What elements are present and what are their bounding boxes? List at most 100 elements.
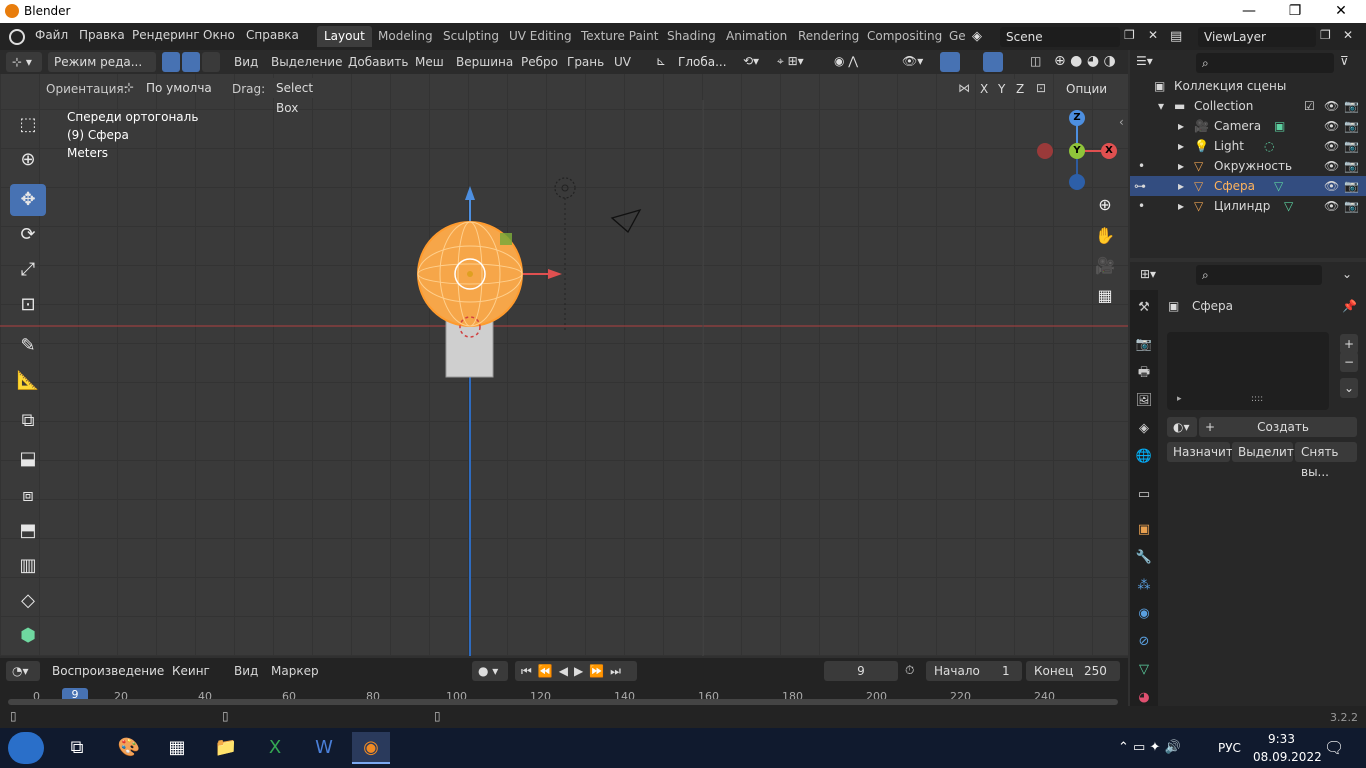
eye-icon[interactable]: 👁 (1324, 176, 1339, 196)
pan-hand-icon[interactable]: ✋ (1093, 224, 1117, 248)
menu-file[interactable]: Файл (35, 28, 68, 42)
paint-app-icon[interactable]: 🎨 (110, 732, 148, 764)
task-view-icon[interactable]: ⧉ (58, 732, 96, 764)
tab-layout[interactable]: Layout (317, 26, 372, 47)
mesh-data-icon[interactable]: ▽ (1274, 176, 1283, 196)
eye-icon[interactable]: 👁 (1324, 136, 1339, 156)
expand-icon[interactable]: ▸ (1178, 156, 1184, 176)
extrude-tool[interactable]: ⬓ (10, 443, 46, 475)
checkbox-icon[interactable]: ☑ (1304, 96, 1315, 116)
clock-date[interactable]: 08.09.2022 (1253, 750, 1322, 764)
inset-tool[interactable]: ⧈ (10, 480, 46, 512)
data-tab-icon[interactable]: ▽ (1133, 659, 1155, 681)
annotate-tool[interactable]: ✎ (10, 330, 46, 362)
eye-icon[interactable]: 👁 (1324, 116, 1339, 136)
transform-orientation-dropdown[interactable]: Глоба... (672, 52, 734, 72)
edge-select-icon[interactable] (182, 52, 200, 72)
edit-mode-icon[interactable]: ⊶ (1134, 176, 1146, 196)
blender-menu-icon[interactable] (9, 29, 25, 45)
menu-select[interactable]: Выделение (271, 55, 342, 69)
create-material-button[interactable]: + Создать (1199, 417, 1357, 437)
physics-tab-icon[interactable]: ◉ (1133, 603, 1155, 625)
copy-scene-icon[interactable]: ❐ (1124, 28, 1135, 42)
tab-rendering[interactable]: Rendering (791, 26, 866, 47)
tray-icons[interactable]: ⌃ ▭ ✦ 🔊 (1118, 740, 1181, 755)
playback-dropdown[interactable]: Воспроизведение (46, 661, 166, 681)
view-layer-icon[interactable]: ▤ (1170, 27, 1196, 47)
tab-geometry[interactable]: Ge (942, 26, 973, 47)
vertex-select-icon[interactable] (162, 52, 180, 72)
expand-icon[interactable]: ▸ (1177, 394, 1182, 404)
timeline-marker-menu[interactable]: Маркер (271, 664, 319, 678)
expand-icon[interactable]: ▸ (1178, 116, 1184, 136)
add-cube-tool[interactable]: ⧉ (10, 405, 46, 437)
menu-uv[interactable]: UV (614, 55, 631, 69)
menu-face[interactable]: Грань (567, 55, 604, 69)
transform-tool[interactable]: ⊡ (10, 289, 46, 321)
zoom-icon[interactable]: ⊕ (1093, 193, 1117, 217)
menu-view[interactable]: Вид (234, 55, 258, 69)
knife-tool[interactable]: ◇ (10, 585, 46, 617)
select-box-tool[interactable]: ⬚ (10, 109, 46, 141)
menu-help[interactable]: Справка (246, 28, 299, 42)
tab-animation[interactable]: Animation (719, 26, 794, 47)
snap-icon[interactable]: ⌖ ⊞▾ (777, 54, 804, 69)
overlay-toggle-icon[interactable] (983, 52, 1003, 72)
ortho-grid-icon[interactable]: ▦ (1093, 284, 1117, 308)
current-frame-field[interactable]: 9 (824, 661, 898, 681)
3d-viewport[interactable] (0, 50, 1128, 656)
rotate-tool[interactable]: ⟳ (10, 219, 46, 251)
sidebar-toggle-icon[interactable]: ‹ (1119, 115, 1124, 129)
expand-icon[interactable]: ▾ (1158, 96, 1164, 116)
resize-grip-icon[interactable]: :::: (1251, 394, 1263, 404)
word-icon[interactable]: W (305, 732, 343, 764)
keying-dropdown[interactable]: Кеинг (166, 661, 224, 681)
modifier-tab-icon[interactable]: 🔧 (1133, 547, 1155, 569)
constraints-tab-icon[interactable]: ⊘ (1133, 631, 1155, 653)
outliner-item-cylinder[interactable]: • ▸ ▽ Цилиндр ▽ 👁 📷 (1130, 196, 1366, 216)
excel-icon[interactable]: X (256, 732, 294, 764)
menu-vertex[interactable]: Вершина (456, 55, 513, 69)
stopwatch-icon[interactable]: ⏱ (905, 663, 914, 678)
start-button[interactable] (8, 732, 44, 764)
playback-controls[interactable]: ⏮⏪◀▶⏩⏭ (515, 661, 637, 681)
outliner-collection[interactable]: ▾ ▬ Collection ☑ 👁 📷 (1130, 96, 1366, 116)
eye-icon[interactable]: 👁 (1324, 96, 1339, 116)
outliner-item-light[interactable]: ▸ 💡 Light ◌ 👁 📷 (1130, 136, 1366, 156)
loop-cut-tool[interactable]: ▥ (10, 550, 46, 582)
material-browse-button[interactable]: ◐▾ (1167, 417, 1197, 437)
timeline-editor-icon[interactable]: ◔▾ (6, 661, 40, 681)
select-button[interactable]: Выделить (1232, 442, 1301, 462)
poly-build-tool[interactable]: ⬢ (10, 620, 46, 652)
bevel-tool[interactable]: ⬒ (10, 515, 46, 547)
options-dropdown[interactable]: Опции (1060, 79, 1122, 99)
remove-scene-icon[interactable]: ✕ (1148, 28, 1158, 42)
expand-icon[interactable]: ▸ (1178, 136, 1184, 156)
menu-mesh[interactable]: Меш (415, 55, 444, 69)
auto-merge-icon[interactable]: ⊡ (1036, 81, 1046, 95)
cursor-tool[interactable]: ⊕ (10, 144, 46, 176)
timeline-scrollbar[interactable] (8, 699, 1118, 705)
pivot-icon[interactable]: ⟲▾ (743, 54, 759, 68)
timeline-view-menu[interactable]: Вид (234, 664, 258, 678)
assign-button[interactable]: Назначить (1167, 442, 1240, 462)
remove-slot-button[interactable]: − (1340, 352, 1358, 372)
language-indicator[interactable]: РУС (1218, 741, 1241, 755)
scale-tool[interactable]: ⤢ (10, 254, 46, 286)
mesh-data-icon[interactable]: ▽ (1284, 196, 1293, 216)
deselect-button[interactable]: Снять вы... (1295, 442, 1357, 479)
gizmo-toggle-icon[interactable] (940, 52, 960, 72)
output-tab-icon[interactable]: 🖶 (1133, 362, 1155, 384)
view-layer-field[interactable]: ViewLayer (1198, 27, 1316, 47)
add-slot-button[interactable]: + (1340, 334, 1358, 354)
scene-field[interactable]: Scene (1000, 27, 1120, 47)
outliner-item-camera[interactable]: ▸ 🎥 Camera ▣ 👁 📷 (1130, 116, 1366, 136)
notification-icon[interactable]: 🗨 (1324, 738, 1344, 757)
render-icon[interactable]: 📷 (1344, 156, 1359, 176)
mirror-z-toggle[interactable]: Z (1012, 79, 1028, 99)
face-select-icon[interactable] (202, 52, 220, 72)
menu-add[interactable]: Добавить (348, 55, 408, 69)
render-icon[interactable]: 📷 (1344, 116, 1359, 136)
properties-editor-icon[interactable]: ⊞▾ (1140, 267, 1156, 281)
slot-menu-button[interactable]: ⌄ (1340, 378, 1358, 398)
